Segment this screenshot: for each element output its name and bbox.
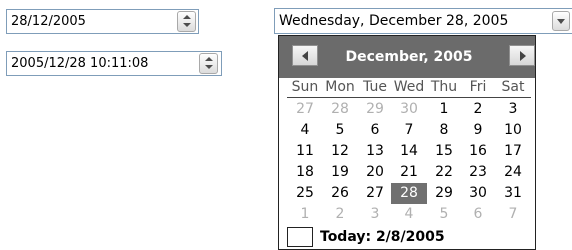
date-spin-button[interactable] [177,11,196,32]
day-cell[interactable]: 6 [460,204,496,225]
weekday-header-row: Sun Mon Tue Wed Thu Fri Sat [287,77,531,98]
day-cell[interactable]: 12 [322,141,358,162]
datetime-spin-button[interactable] [199,53,218,74]
day-cell[interactable]: 11 [287,141,323,162]
day-cell[interactable]: 3 [357,204,393,225]
day-cell[interactable]: 15 [426,141,462,162]
day-cell[interactable]: 22 [426,162,462,183]
day-cell[interactable]: 13 [357,141,393,162]
day-cell[interactable]: 31 [495,183,531,204]
day-cell[interactable]: 4 [391,204,427,225]
weekday-label: Thu [430,79,458,95]
day-cell[interactable]: 9 [460,120,496,141]
day-cell[interactable]: 18 [287,162,323,183]
today-marker-icon [287,227,313,247]
day-cell[interactable]: 2 [460,99,496,120]
month-calendar: December, 2005 Sun Mon Tue Wed Thu Fri S… [278,35,536,250]
day-cell[interactable]: 28 [322,99,358,120]
spin-up-arrow-icon[interactable] [183,15,191,19]
calendar-header: December, 2005 [279,36,535,78]
day-cell[interactable]: 8 [426,120,462,141]
month-title[interactable]: December, 2005 [319,36,499,78]
arrow-right-icon [520,51,526,61]
week-row: 27 28 29 30 1 2 3 [287,99,531,120]
week-row: 18 19 20 21 22 23 24 [287,162,531,183]
day-cell[interactable]: 1 [287,204,323,225]
day-cell[interactable]: 27 [287,99,323,120]
day-cell[interactable]: 20 [357,162,393,183]
day-cell[interactable]: 28 [391,183,427,204]
date-spin-field[interactable]: 28/12/2005 [6,9,199,34]
day-cell[interactable]: 30 [391,99,427,120]
day-cell[interactable]: 25 [287,183,323,204]
day-cell[interactable]: 5 [426,204,462,225]
weekday-label: Wed [393,79,425,95]
day-cell[interactable]: 30 [460,183,496,204]
week-row: 11 12 13 14 15 16 17 [287,141,531,162]
week-row: 25 26 27 28 29 30 31 [287,183,531,204]
day-cell[interactable]: 14 [391,141,427,162]
day-cell[interactable]: 17 [495,141,531,162]
week-row: 4 5 6 7 8 9 10 [287,120,531,141]
long-date-value[interactable]: Wednesday, December 28, 2005 [279,9,508,33]
today-label[interactable]: Today: 2/8/2005 [320,224,445,249]
day-cell[interactable]: 7 [495,204,531,225]
date-spin-value[interactable]: 28/12/2005 [11,10,86,33]
weekday-label: Tue [363,79,387,95]
week-row: 1 2 3 4 5 6 7 [287,204,531,225]
day-cell[interactable]: 29 [426,183,462,204]
day-cell[interactable]: 26 [322,183,358,204]
spin-up-arrow-icon[interactable] [205,57,213,61]
day-cell[interactable]: 23 [460,162,496,183]
weekday-label: Sat [501,79,525,95]
dropdown-button[interactable] [552,11,570,31]
previous-month-button[interactable] [292,45,318,66]
today-link[interactable]: Today: 2/8/2005 [287,224,531,249]
weekday-label: Mon [325,79,355,95]
day-cell[interactable]: 16 [460,141,496,162]
day-cell[interactable]: 6 [357,120,393,141]
day-cell[interactable]: 5 [322,120,358,141]
chevron-down-icon[interactable] [557,19,565,24]
day-cell[interactable]: 24 [495,162,531,183]
day-cell[interactable]: 2 [322,204,358,225]
day-cell[interactable]: 27 [357,183,393,204]
day-cell[interactable]: 4 [287,120,323,141]
day-cell[interactable]: 7 [391,120,427,141]
datetime-spin-value[interactable]: 2005/12/28 10:11:08 [11,52,148,75]
long-date-dropdown[interactable]: Wednesday, December 28, 2005 [274,8,572,34]
weekday-divider [287,97,531,98]
day-cell[interactable]: 10 [495,120,531,141]
spin-down-arrow-icon[interactable] [183,23,191,27]
datetime-spin-field[interactable]: 2005/12/28 10:11:08 [6,51,222,76]
day-cell[interactable]: 1 [426,99,462,120]
day-cell[interactable]: 21 [391,162,427,183]
arrow-left-icon [302,51,308,61]
day-cell[interactable]: 29 [357,99,393,120]
day-cell[interactable]: 19 [322,162,358,183]
next-month-button[interactable] [509,45,535,66]
day-cell[interactable]: 3 [495,99,531,120]
weekday-label: Sun [291,79,319,95]
weekday-label: Fri [469,79,487,95]
spin-down-arrow-icon[interactable] [205,65,213,69]
